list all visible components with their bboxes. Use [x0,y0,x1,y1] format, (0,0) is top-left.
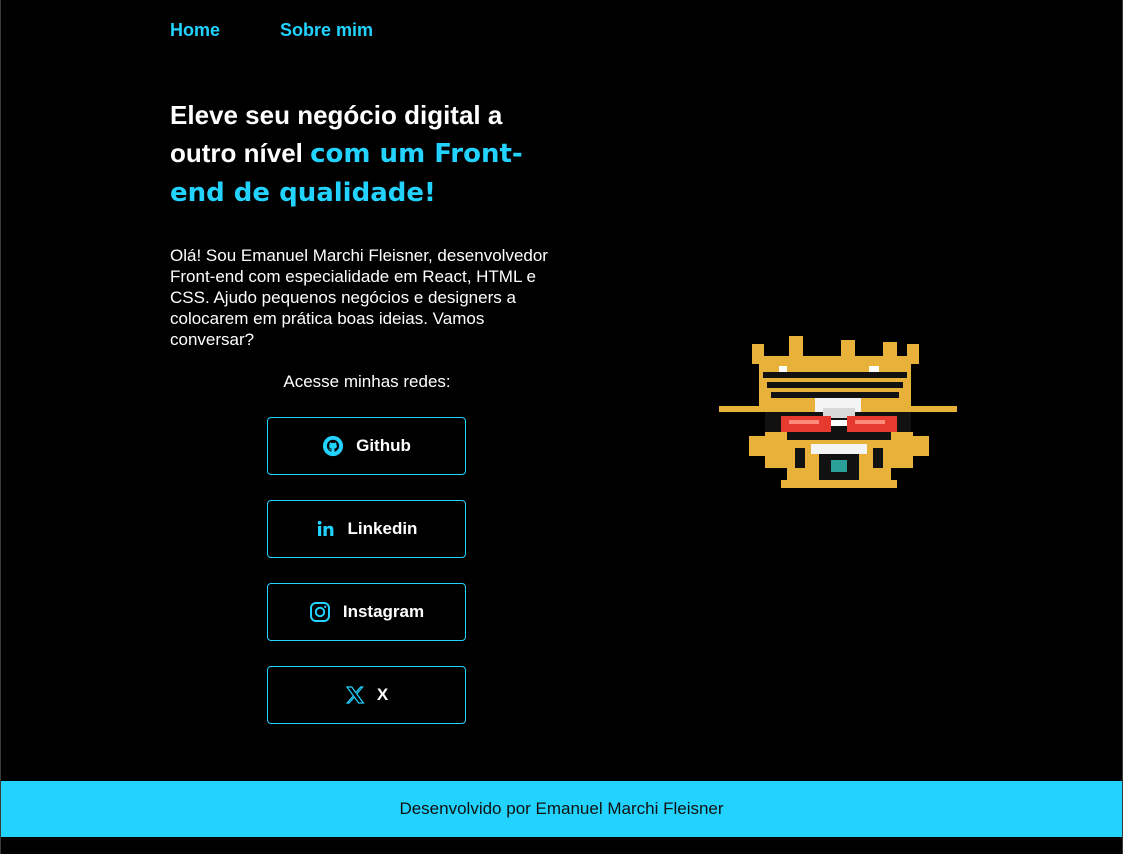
github-button[interactable]: Github [267,417,466,475]
pixel-art-avatar [719,336,957,493]
hero-intro: Olá! Sou Emanuel Marchi Fleisner, desenv… [170,246,548,349]
x-label: X [376,685,389,704]
footer: Desenvolvido por Emanuel Marchi Fleisner [1,781,1122,837]
bottom-strip [1,837,1122,854]
top-nav: Home Sobre mim [170,20,373,41]
github-label: Github [356,436,411,455]
linkedin-button[interactable]: Linkedin [267,500,466,558]
linkedin-icon [316,519,336,539]
x-button[interactable]: X [267,666,466,724]
hero-section: Eleve seu negócio digital a outro nível … [170,96,565,350]
linkedin-label: Linkedin [347,519,418,538]
footer-text: Desenvolvido por Emanuel Marchi Fleisner [399,799,724,818]
page: Home Sobre mim Eleve seu negócio digital… [0,0,1123,854]
x-icon [345,685,365,705]
nav-home-link[interactable]: Home [170,20,280,41]
hero-title: Eleve seu negócio digital a outro nível … [170,96,565,212]
nav-about-link[interactable]: Sobre mim [280,20,373,41]
github-icon [322,435,344,457]
socials-label: Acesse minhas redes: [283,372,451,391]
instagram-label: Instagram [342,602,425,621]
instagram-icon [309,601,331,623]
instagram-button[interactable]: Instagram [267,583,466,641]
